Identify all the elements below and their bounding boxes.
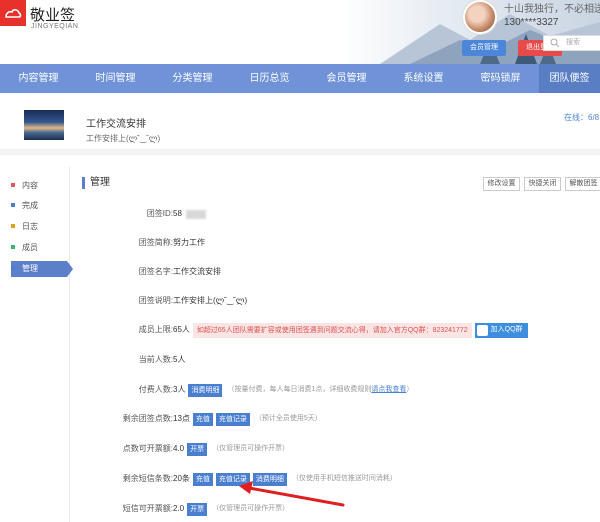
points-invoice-value: 4.0	[173, 444, 185, 453]
page: 敬业签 JINGYEQIAN 十山我独行，不必相送 130****3327 会员…	[0, 0, 600, 522]
row-name: 团签名字: 工作交流安排	[80, 264, 600, 280]
sidebar-item-label: 完成	[22, 201, 38, 210]
join-qq-label: 加入QQ群	[490, 326, 523, 333]
sidebar-item-members[interactable]: 成员	[11, 240, 67, 256]
nav-item-settings[interactable]: 系统设置	[385, 64, 462, 93]
sidebar-item-log[interactable]: 日志	[11, 219, 67, 235]
row-group-id: 团签ID: 58	[80, 206, 600, 222]
section-title: 管理	[82, 177, 110, 189]
remaining-sms-value: 20条	[173, 474, 190, 483]
points-recharge-button[interactable]: 充值	[192, 412, 213, 426]
row-label: 团签简称:	[138, 238, 173, 247]
nav-item-lock[interactable]: 密码锁屏	[462, 64, 539, 93]
member-limit-value: 65人	[173, 325, 190, 334]
edit-settings-button[interactable]: 修改设置	[483, 177, 520, 191]
sidebar: 内容 完成 日志 成员 管理	[0, 167, 73, 522]
row-paid-members: 付费人数: 3人 消费明细 （按量付费，每人每日消费1点，详细收费规则请点我查看…	[80, 382, 600, 398]
row-label: 团签ID:	[146, 209, 173, 218]
row-label: 点数可开票额:	[122, 444, 173, 453]
row-label: 团签名字:	[138, 267, 173, 276]
header: 敬业签 JINGYEQIAN 十山我独行，不必相送 130****3327 会员…	[0, 0, 600, 64]
expansion-notice: 如超过65人团队需要扩容或使用团签遇到问题交流心得，请加入官方QQ群：82324…	[192, 322, 472, 338]
row-member-limit: 成员上限: 65人 如超过65人团队需要扩容或使用团签遇到问题交流心得，请加入官…	[80, 322, 600, 338]
main-nav: 内容管理 时间管理 分类管理 日历总览 会员管理 系统设置 密码锁屏 团队便签	[0, 64, 600, 93]
nav-item-calendar[interactable]: 日历总览	[231, 64, 308, 93]
nav-item-content[interactable]: 内容管理	[0, 64, 77, 93]
nav-item-member[interactable]: 会员管理	[308, 64, 385, 93]
group-description: 工作安排上(ლ˘‿˘ლ)	[86, 134, 161, 143]
group-header: 工作交流安排 工作安排上(ლ˘‿˘ლ) 在线：6/8	[0, 93, 600, 155]
row-points-invoice: 点数可开票额: 4.0 开票 （仅管理员可操作开票）	[80, 441, 600, 457]
user-phone: 130****3327	[504, 17, 559, 28]
row-current-members: 当前人数: 5人	[80, 352, 600, 368]
row-remaining-points: 剩余团签点数: 13点 充值 充值记录 （预计全员使用5天）	[80, 411, 600, 427]
join-qq-button[interactable]: 加入QQ群	[474, 322, 528, 338]
dot-icon	[11, 202, 15, 207]
row-label: 团签说明:	[138, 296, 173, 305]
short-name-value: 努力工作	[173, 238, 205, 247]
billing-hint: （按量付费，每人每日消费1点，详细收费规则请点我查看）	[227, 386, 414, 393]
group-title: 工作交流安排	[86, 119, 146, 130]
dot-icon	[11, 223, 15, 228]
sidebar-item-content[interactable]: 内容	[11, 178, 67, 194]
paid-members-value: 3人	[173, 385, 186, 394]
row-label: 当前人数:	[138, 355, 173, 364]
dot-icon	[11, 182, 15, 187]
current-members-value: 5人	[173, 355, 186, 364]
nav-item-category[interactable]: 分类管理	[154, 64, 231, 93]
points-recharge-history-button[interactable]: 充值记录	[215, 412, 250, 426]
logo-icon	[5, 9, 22, 18]
sidebar-item-label: 成员	[22, 243, 38, 252]
row-label: 剩余短信条数:	[122, 474, 173, 483]
search-icon	[550, 38, 560, 48]
consumption-detail-button[interactable]: 消费明细	[188, 383, 223, 397]
sms-recharge-button[interactable]: 充值	[192, 472, 213, 486]
redacted-mask	[185, 209, 206, 219]
annotation-arrow-icon	[239, 481, 345, 507]
dot-icon	[11, 265, 15, 270]
qq-icon	[476, 324, 488, 336]
row-label: 剩余团签点数:	[122, 414, 173, 423]
dot-icon	[11, 244, 15, 249]
row-label: 成员上限:	[138, 325, 173, 334]
logo[interactable]	[0, 0, 26, 26]
billing-rules-link[interactable]: 请点我查看	[371, 386, 406, 393]
points-estimate-hint: （预计全员使用5天）	[254, 415, 322, 422]
name-value: 工作交流安排	[173, 267, 221, 276]
app-name: 敬业签	[30, 7, 76, 24]
management-panel: 管理 修改设置 快捷关闭 解散团签 团签ID: 58 团签简称: 努力工作 团签…	[80, 167, 600, 522]
sms-invoice-button[interactable]: 开票	[187, 502, 208, 516]
quick-close-button[interactable]: 快捷关闭	[524, 177, 561, 191]
row-short-name: 团签简称: 努力工作	[80, 235, 600, 251]
admin-only-hint: （仅管理员可操作开票）	[212, 445, 290, 452]
row-label: 短信可开票额:	[122, 504, 173, 513]
remaining-points-value: 13点	[173, 414, 190, 423]
group-id-value: 58	[173, 209, 182, 218]
sidebar-item-manage[interactable]: 管理	[11, 261, 73, 277]
group-thumbnail	[24, 110, 64, 140]
member-management-button[interactable]: 会员管理	[462, 40, 506, 56]
dissolve-group-button[interactable]: 解散团签	[565, 177, 600, 191]
sidebar-item-label: 日志	[22, 222, 38, 231]
app-subtitle: JINGYEQIAN	[31, 23, 79, 30]
nav-item-time[interactable]: 时间管理	[77, 64, 154, 93]
description-value: 工作安排上(ლ˘‿˘ლ)	[173, 296, 248, 305]
nav-item-team[interactable]: 团队便签	[539, 64, 600, 93]
points-invoice-button[interactable]: 开票	[187, 442, 208, 456]
sms-invoice-value: 2.0	[173, 504, 185, 513]
avatar[interactable]	[463, 0, 497, 34]
sidebar-item-label: 内容	[22, 181, 38, 190]
row-description: 团签说明: 工作安排上(ლ˘‿˘ლ)	[80, 293, 600, 309]
online-count: 在线：6/8	[564, 113, 600, 122]
sidebar-item-done[interactable]: 完成	[11, 198, 67, 214]
user-motto: 十山我独行，不必相送	[504, 4, 600, 15]
row-label: 付费人数:	[138, 385, 173, 394]
sidebar-item-label: 管理	[22, 264, 38, 273]
